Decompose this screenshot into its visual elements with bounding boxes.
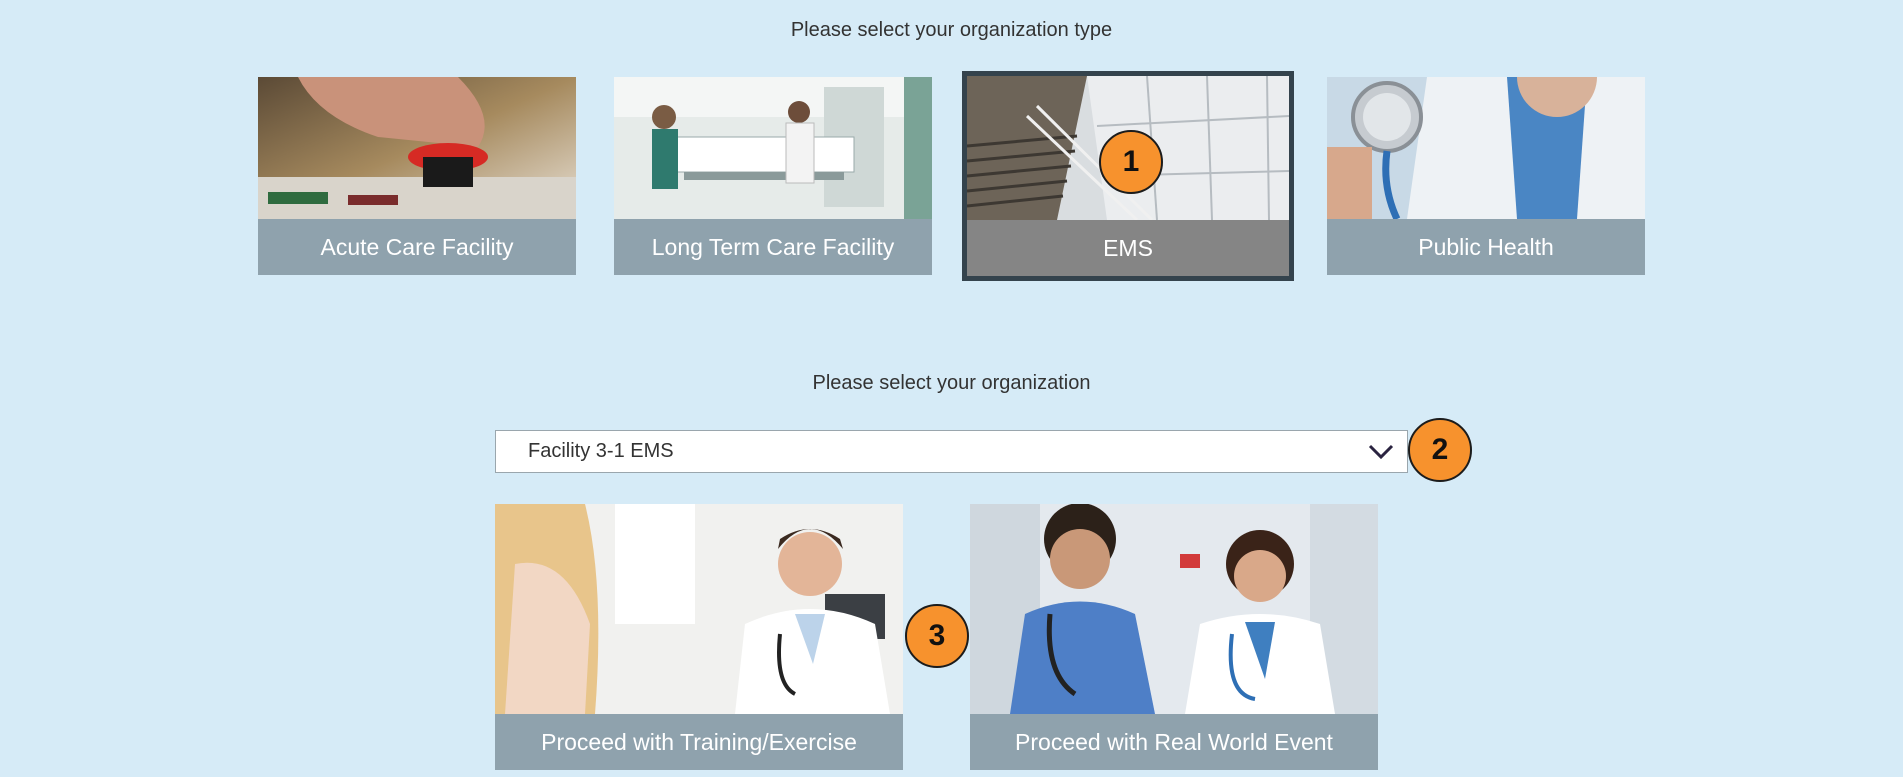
org-type-public-health[interactable]: Public Health: [1327, 77, 1645, 275]
proceed-real-world-button[interactable]: Proceed with Real World Event: [970, 504, 1378, 770]
long-term-care-label: Long Term Care Facility: [614, 219, 932, 275]
org-type-heading: Please select your organization type: [790, 19, 1113, 41]
ems-label: EMS: [967, 220, 1289, 276]
training-image: [495, 504, 903, 714]
org-heading: Please select your organization: [812, 372, 1091, 394]
organization-select-value: Facility 3-1 EMS: [528, 440, 674, 462]
public-health-image: [1327, 77, 1645, 219]
public-health-label: Public Health: [1327, 219, 1645, 275]
step-badge-2: 2: [1408, 418, 1472, 482]
proceed-training-label: Proceed with Training/Exercise: [495, 714, 903, 770]
org-type-long-term-care[interactable]: Long Term Care Facility: [614, 77, 932, 275]
step-badge-3: 3: [905, 604, 969, 668]
step-badge-1: 1: [1099, 130, 1163, 194]
org-type-acute-care[interactable]: Acute Care Facility: [258, 77, 576, 275]
chevron-down-icon[interactable]: [1367, 441, 1395, 463]
acute-care-label: Acute Care Facility: [258, 219, 576, 275]
acute-care-image: [258, 77, 576, 219]
proceed-training-button[interactable]: Proceed with Training/Exercise: [495, 504, 903, 770]
page: Please select your organization type Acu…: [0, 0, 1903, 777]
proceed-real-world-label: Proceed with Real World Event: [970, 714, 1378, 770]
long-term-care-image: [614, 77, 932, 219]
real-world-image: [970, 504, 1378, 714]
organization-select[interactable]: Facility 3-1 EMS: [495, 430, 1408, 473]
